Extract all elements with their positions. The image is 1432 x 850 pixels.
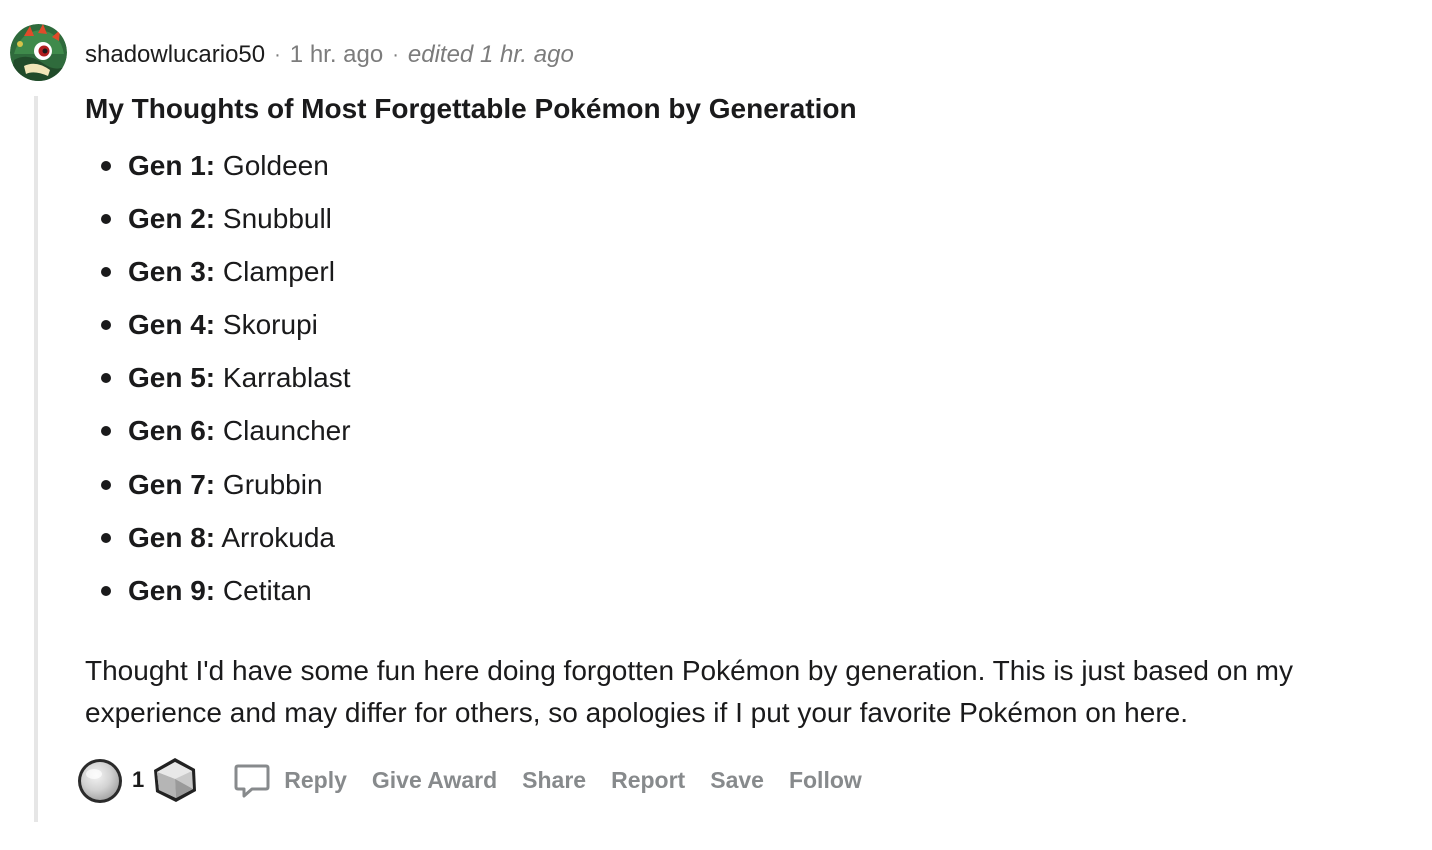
comment-heading: My Thoughts of Most Forgettable Pokémon … xyxy=(85,93,857,124)
report-button[interactable]: Report xyxy=(611,767,685,794)
bullet xyxy=(101,373,111,384)
follow-button[interactable]: Follow xyxy=(789,767,862,794)
gen-pokemon: Arrokuda xyxy=(221,521,335,553)
list-item: Gen 2: Snubbull xyxy=(85,199,1395,252)
gen-pokemon: Cetitan xyxy=(222,574,312,606)
meta-separator: · xyxy=(274,43,281,66)
list-item: Gen 7: Grubbin xyxy=(85,465,1395,518)
reply-button[interactable]: Reply xyxy=(232,760,347,800)
gen-label: Gen 8: xyxy=(128,521,216,553)
gen-label: Gen 6: xyxy=(128,415,216,447)
comment-meta: shadowlucario50 · 1 hr. ago · edited 1 h… xyxy=(85,38,574,72)
comment-action-bar: 1 Reply Give Award Share Report Save Fol… xyxy=(74,752,887,808)
silver-award-icon[interactable] xyxy=(74,754,126,806)
bullet xyxy=(101,585,111,596)
list-item: Gen 5: Karrablast xyxy=(85,358,1395,411)
generation-list: Gen 1: Goldeen Gen 2: Snubbull Gen 3: Cl… xyxy=(85,146,1395,624)
give-award-button[interactable]: Give Award xyxy=(372,767,497,794)
gen-pokemon: Goldeen xyxy=(222,150,329,181)
bullet xyxy=(101,426,111,437)
username-link[interactable]: shadowlucario50 xyxy=(85,41,265,69)
bullet xyxy=(101,532,111,543)
comment-bubble-icon xyxy=(234,764,270,798)
award-count: 1 xyxy=(132,767,145,792)
share-button[interactable]: Share xyxy=(522,767,586,794)
meta-separator: · xyxy=(392,43,399,66)
edited-time: edited 1 hr. ago xyxy=(407,41,574,68)
gen-pokemon: Skorupi xyxy=(222,309,318,341)
reply-label: Reply xyxy=(284,766,347,793)
gem-award-icon[interactable] xyxy=(150,755,200,805)
list-item: Gen 3: Clamperl xyxy=(85,252,1395,305)
bullet xyxy=(101,214,111,225)
post-time[interactable]: 1 hr. ago xyxy=(290,41,383,69)
gen-pokemon: Clamperl xyxy=(222,256,335,288)
gen-label: Gen 2: xyxy=(128,203,216,235)
gen-pokemon: Snubbull xyxy=(222,203,332,235)
gen-label: Gen 3: xyxy=(128,256,216,288)
gen-label: Gen 7: xyxy=(128,468,216,500)
list-item: Gen 9: Cetitan xyxy=(85,571,1395,624)
bullet xyxy=(101,161,111,171)
comment-paragraph: Thought I'd have some fun here doing for… xyxy=(85,655,1294,728)
gen-label: Gen 5: xyxy=(128,362,216,394)
bullet xyxy=(101,320,111,331)
thread-line[interactable] xyxy=(34,96,38,822)
avatar-creature-icon xyxy=(10,24,67,81)
list-item: Gen 1: Goldeen xyxy=(85,146,1395,199)
gen-label: Gen 1: xyxy=(128,150,216,181)
list-item: Gen 4: Skorupi xyxy=(85,305,1395,358)
gen-pokemon: Clauncher xyxy=(222,415,351,447)
comment-body: My Thoughts of Most Forgettable Pokémon … xyxy=(85,90,1395,624)
list-item: Gen 6: Clauncher xyxy=(85,411,1395,464)
user-avatar[interactable] xyxy=(10,24,67,81)
bullet xyxy=(101,479,111,490)
gen-label: Gen 4: xyxy=(128,309,216,341)
list-item: Gen 8: Arrokuda xyxy=(85,518,1395,571)
gen-pokemon: Karrablast xyxy=(222,362,351,394)
gen-label: Gen 9: xyxy=(128,574,216,606)
save-button[interactable]: Save xyxy=(710,767,764,794)
gen-pokemon: Grubbin xyxy=(222,468,323,500)
bullet xyxy=(101,267,111,278)
